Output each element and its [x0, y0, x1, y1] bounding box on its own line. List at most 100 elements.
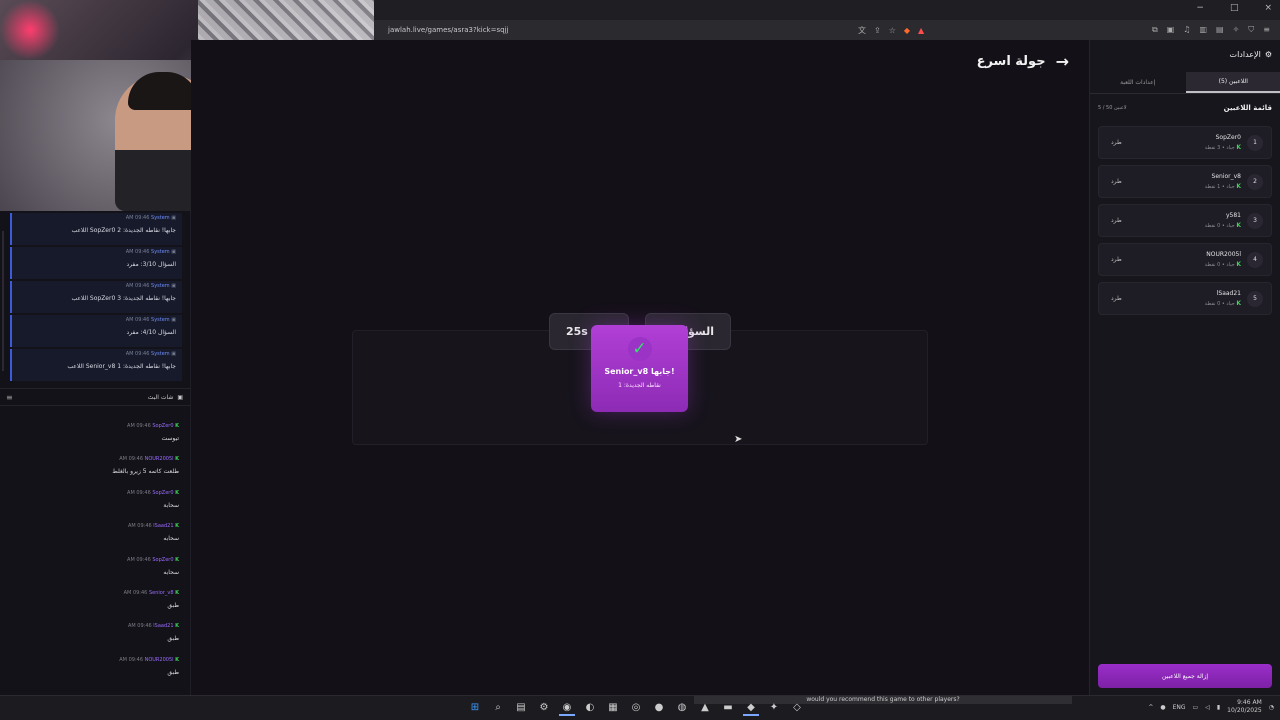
volume-icon[interactable]: ◁ — [1205, 704, 1210, 711]
screenshot-icon[interactable]: ▣ — [1167, 25, 1175, 35]
system-message: AM 09:46 System ▣ اللاعب SopZer0 جابها! ن… — [10, 281, 182, 313]
clock-time: 9:46 AM — [1237, 699, 1262, 706]
gear-icon: ⚙ — [1264, 50, 1272, 59]
chrome-icon[interactable]: ◍ — [674, 700, 690, 716]
maximize-button[interactable]: □ — [1230, 3, 1239, 13]
clock-date: 10/20/2025 — [1227, 707, 1262, 714]
kick-player-button[interactable]: طرد — [1111, 295, 1122, 302]
chat-username[interactable]: lSaad21 — [153, 623, 173, 629]
notification-bell-icon[interactable]: ◔ — [1269, 704, 1274, 711]
player-points: جياد • 3 نقطة — [1204, 145, 1235, 151]
app4-icon[interactable]: ▬ — [720, 700, 736, 716]
kick-player-button[interactable]: طرد — [1111, 178, 1122, 185]
app-icon[interactable]: ◉ — [559, 700, 575, 716]
brave-icon[interactable]: ◆ — [743, 700, 759, 716]
back-label: جولة اسرع — [976, 54, 1046, 69]
app2-icon[interactable]: ◎ — [628, 700, 644, 716]
player-name: Senior_v8 — [1211, 173, 1241, 180]
player-rank: 4 — [1247, 252, 1263, 268]
chat-list: AM 09:46 SopZer0 K تيوست AM 09:46 NOUR2005… — [0, 423, 191, 690]
search-icon[interactable]: ⌕ — [490, 700, 506, 716]
tab-players[interactable]: اللاعبين (5) — [1185, 72, 1280, 93]
player-info: جياد • 1 نقطة K — [1205, 183, 1241, 190]
message-text: اللاعب SopZer0 جابها! نقاطه الجديدة: 2 — [71, 227, 176, 234]
chat-message: AM 09:46 Senior_v8 K طبق — [0, 590, 191, 623]
message-text: سحابة — [163, 501, 179, 509]
system-icon: ▣ — [171, 249, 176, 255]
obs-icon[interactable]: ● — [651, 700, 667, 716]
kick-logo-icon: K — [175, 489, 179, 496]
clock[interactable]: 9:46 AM 10/20/2025 — [1227, 699, 1262, 715]
app3-icon[interactable]: ▲ — [697, 700, 713, 716]
chat-username[interactable]: NOUR2005l — [145, 657, 174, 663]
menu-icon[interactable]: ≡ — [6, 393, 13, 402]
kick-logo-icon: K — [1236, 261, 1241, 268]
menu-icon[interactable]: ≡ — [1263, 25, 1270, 35]
tab-game-settings[interactable]: إعدادات اللعبة — [1090, 72, 1186, 93]
screen: − □ × jawlah.live/games/asra3?kick=sqjj … — [0, 0, 1280, 720]
address-bar: jawlah.live/games/asra3?kick=sqjj 文 ⇪ ☆ … — [374, 20, 1280, 40]
kick-player-button[interactable]: طرد — [1111, 256, 1122, 263]
scrollbar[interactable] — [2, 231, 4, 371]
kick-player-button[interactable]: طرد — [1111, 139, 1122, 146]
app5-icon[interactable]: ✦ — [766, 700, 782, 716]
back-button[interactable]: جولة اسرع → — [977, 52, 1069, 71]
kick-player-button[interactable]: طرد — [1111, 217, 1122, 224]
remove-all-players-button[interactable]: إزالة جميع اللاعبين — [1098, 664, 1272, 688]
notification-icon[interactable]: ▲ — [918, 26, 924, 35]
chat-header: ≡ شات البث ▣ — [0, 388, 191, 406]
settings-tabs: إعدادات اللعبة اللاعبين (5) — [1090, 72, 1280, 94]
chat-username[interactable]: SopZer0 — [152, 490, 173, 496]
taskbar: would you recommend this game to other p… — [0, 695, 1280, 720]
chat-username[interactable]: SopZer0 — [152, 423, 173, 429]
music-icon[interactable]: ♫ — [1183, 25, 1190, 35]
extensions-icon[interactable]: ⧉ — [1152, 25, 1158, 35]
media-icon[interactable]: ▦ — [605, 700, 621, 716]
sidebar-icon[interactable]: ▥ — [1199, 25, 1207, 35]
player-rank: 5 — [1247, 291, 1263, 307]
system-meta: AM 09:46 System ▣ — [18, 317, 176, 323]
chat-meta: AM 09:46 Senior_v8 K — [0, 590, 179, 596]
chevron-up-icon[interactable]: ^ — [1148, 704, 1153, 711]
message-time: AM 09:46 — [127, 623, 152, 630]
chat-meta: AM 09:46 SopZer0 K — [0, 423, 179, 429]
chat-username[interactable]: SopZer0 — [152, 557, 173, 563]
windows-start-icon[interactable]: ⊞ — [467, 700, 483, 716]
star-icon[interactable]: ☆ — [889, 26, 896, 35]
player-points: جياد • 0 نقطة — [1204, 262, 1235, 268]
chat-username[interactable]: lSaad21 — [153, 523, 173, 529]
mic-icon[interactable]: ● — [1160, 704, 1165, 711]
message-time: AM 09:46 — [119, 456, 143, 463]
language-indicator[interactable]: ENG — [1173, 704, 1186, 711]
app6-icon[interactable]: ◇ — [789, 700, 805, 716]
player-points: جياد • 0 نقطة — [1204, 223, 1235, 229]
share-icon[interactable]: ⇪ — [874, 26, 881, 35]
chat-meta: AM 09:46 SopZer0 K — [0, 557, 179, 563]
kick-logo-icon: K — [175, 456, 179, 463]
popup-points: نقاطه الجديدة: 1 — [618, 382, 661, 389]
message-time: AM 09:46 — [125, 317, 150, 323]
toolbar-icons: ⧉ ▣ ♫ ▥ ▤ ✧ ⛉ ≡ — [1152, 25, 1280, 35]
taskbar-icons: ⊞ ⌕ ▤ ⚙ ◉ ◐ ▦ ◎ ● ◍ ▲ ▬ ◆ ✦ ◇ — [467, 700, 805, 716]
translate-icon[interactable]: 文 — [858, 25, 866, 36]
minimize-button[interactable]: − — [1196, 3, 1204, 13]
message-time: AM 09:46 — [125, 249, 150, 255]
player-rank: 3 — [1247, 213, 1263, 229]
close-button[interactable]: × — [1264, 3, 1272, 13]
chat-username[interactable]: NOUR2005l — [145, 456, 174, 462]
battery-icon[interactable]: ▮ — [1217, 704, 1220, 711]
url-text[interactable]: jawlah.live/games/asra3?kick=sqjj — [388, 26, 828, 34]
message-sender: System — [151, 283, 170, 289]
vpn-icon[interactable]: ⛉ — [1248, 25, 1254, 35]
brave-shield-icon[interactable]: ◆ — [904, 26, 910, 35]
system-tray: ^ ● ENG ▭ ◁ ▮ 9:46 AM 10/20/2025 ◔ — [1148, 699, 1274, 715]
settings-app-icon[interactable]: ⚙ — [536, 700, 552, 716]
tab-icon[interactable]: ▤ — [1216, 25, 1224, 35]
chat-message: AM 09:46 SopZer0 K تيوست — [0, 423, 191, 456]
chat-username[interactable]: Senior_v8 — [149, 590, 174, 596]
message-sender: System — [151, 351, 170, 357]
puzzle-icon[interactable]: ✧ — [1233, 25, 1240, 35]
discord-icon[interactable]: ◐ — [582, 700, 598, 716]
network-icon[interactable]: ▭ — [1193, 704, 1199, 711]
file-explorer-icon[interactable]: ▤ — [513, 700, 529, 716]
